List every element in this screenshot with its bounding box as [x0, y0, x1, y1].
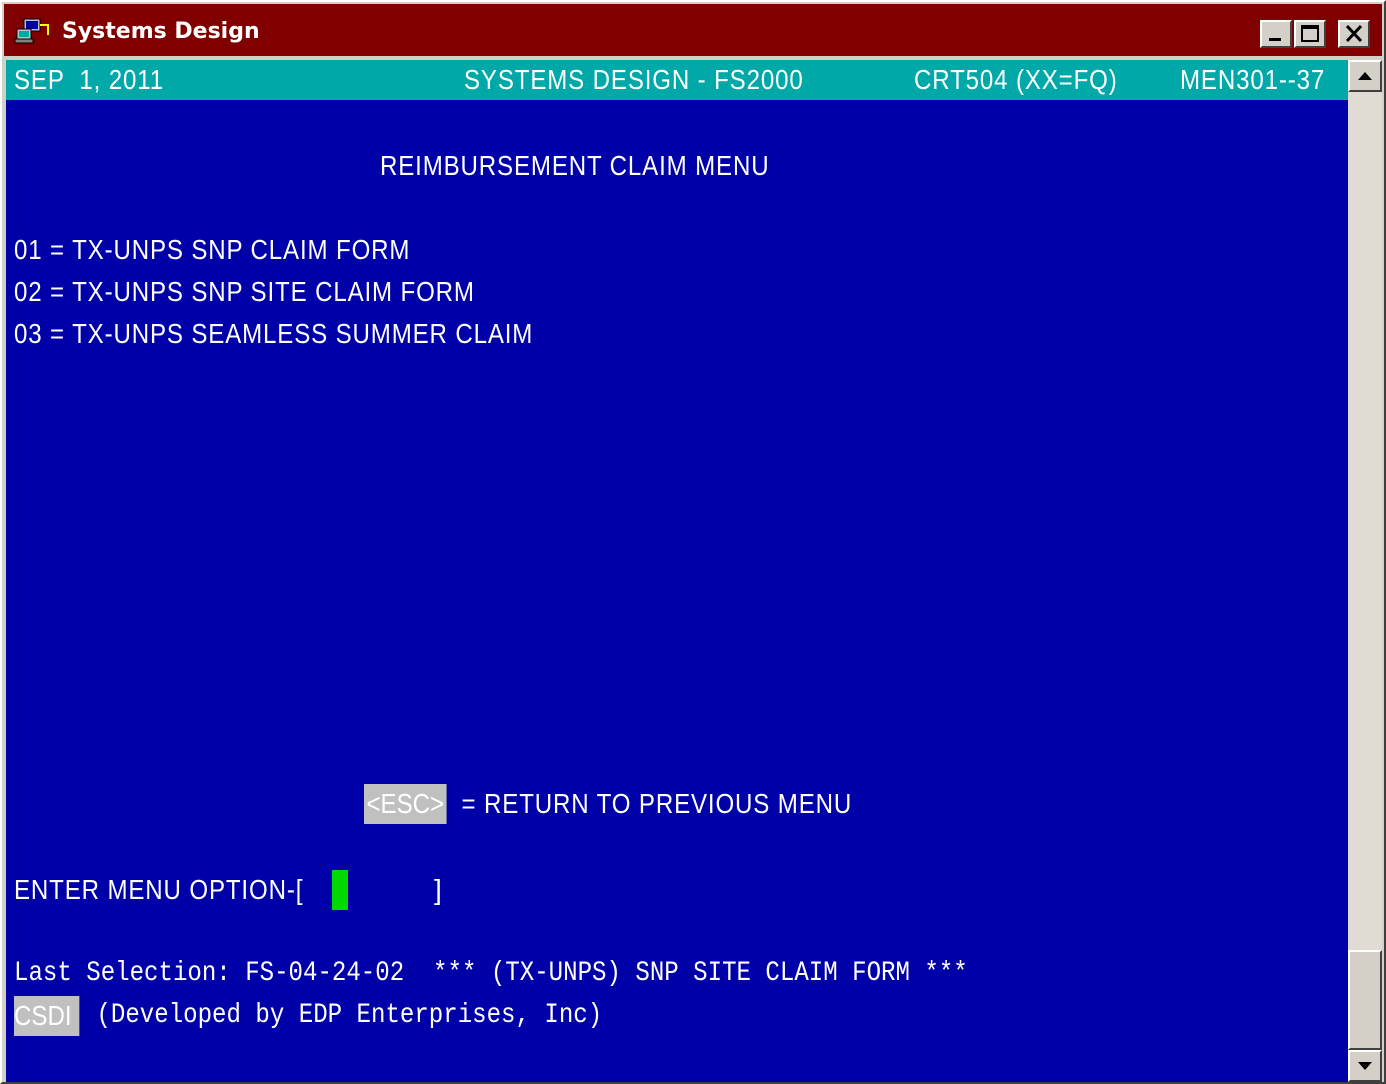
esc-instruction: = RETURN TO PREVIOUS MENU: [454, 788, 853, 819]
esc-key-label[interactable]: <ESC>: [364, 784, 447, 824]
status-terminal: CRT504 (XX=FQ): [914, 64, 1118, 95]
title-bar[interactable]: Systems Design: [4, 4, 1382, 56]
csdi-tag: CSDI: [14, 996, 80, 1036]
menu-option: 03 = TX-UNPS SEAMLESS SUMMER CLAIM: [14, 318, 534, 349]
network-computer-icon: [14, 17, 58, 45]
menu-heading: REIMBURSEMENT CLAIM MENU: [380, 150, 770, 181]
footer-credit: (Developed by EDP Enterprises, Inc): [82, 1000, 603, 1031]
app-window: Systems Design SEP 1, 2011 SYSTEMS DESIG…: [0, 0, 1386, 1084]
status-system: SYSTEMS DESIGN - FS2000: [464, 64, 804, 95]
maximize-button[interactable]: [1294, 20, 1326, 48]
status-bar: SEP 1, 2011 SYSTEMS DESIGN - FS2000 CRT5…: [6, 60, 1348, 100]
menu-option: 02 = TX-UNPS SNP SITE CLAIM FORM: [14, 276, 475, 307]
close-icon: [1345, 24, 1363, 43]
terminal-screen[interactable]: SEP 1, 2011 SYSTEMS DESIGN - FS2000 CRT5…: [6, 60, 1348, 1082]
prompt-label: ENTER MENU OPTION-[: [14, 874, 304, 905]
last-selection: Last Selection: FS-04-24-02 *** (TX-UNPS…: [14, 958, 968, 989]
minimize-icon: [1269, 38, 1281, 41]
scroll-down-button[interactable]: [1348, 1050, 1382, 1082]
scroll-up-button[interactable]: [1348, 60, 1382, 92]
close-button[interactable]: [1338, 20, 1370, 48]
arrow-down-icon: [1358, 1062, 1372, 1070]
prompt-bracket: ]: [434, 874, 443, 905]
window-title: Systems Design: [62, 19, 260, 44]
menu-option-input[interactable]: [332, 870, 348, 910]
minimize-button[interactable]: [1260, 20, 1292, 48]
status-date: SEP 1, 2011: [14, 64, 165, 95]
scrollbar-thumb[interactable]: [1348, 950, 1382, 1050]
status-menu-code: MEN301--37: [1180, 64, 1326, 95]
menu-option: 01 = TX-UNPS SNP CLAIM FORM: [14, 234, 411, 265]
maximize-icon: [1301, 25, 1319, 42]
vertical-scrollbar[interactable]: [1348, 60, 1382, 1082]
arrow-up-icon: [1358, 72, 1372, 80]
